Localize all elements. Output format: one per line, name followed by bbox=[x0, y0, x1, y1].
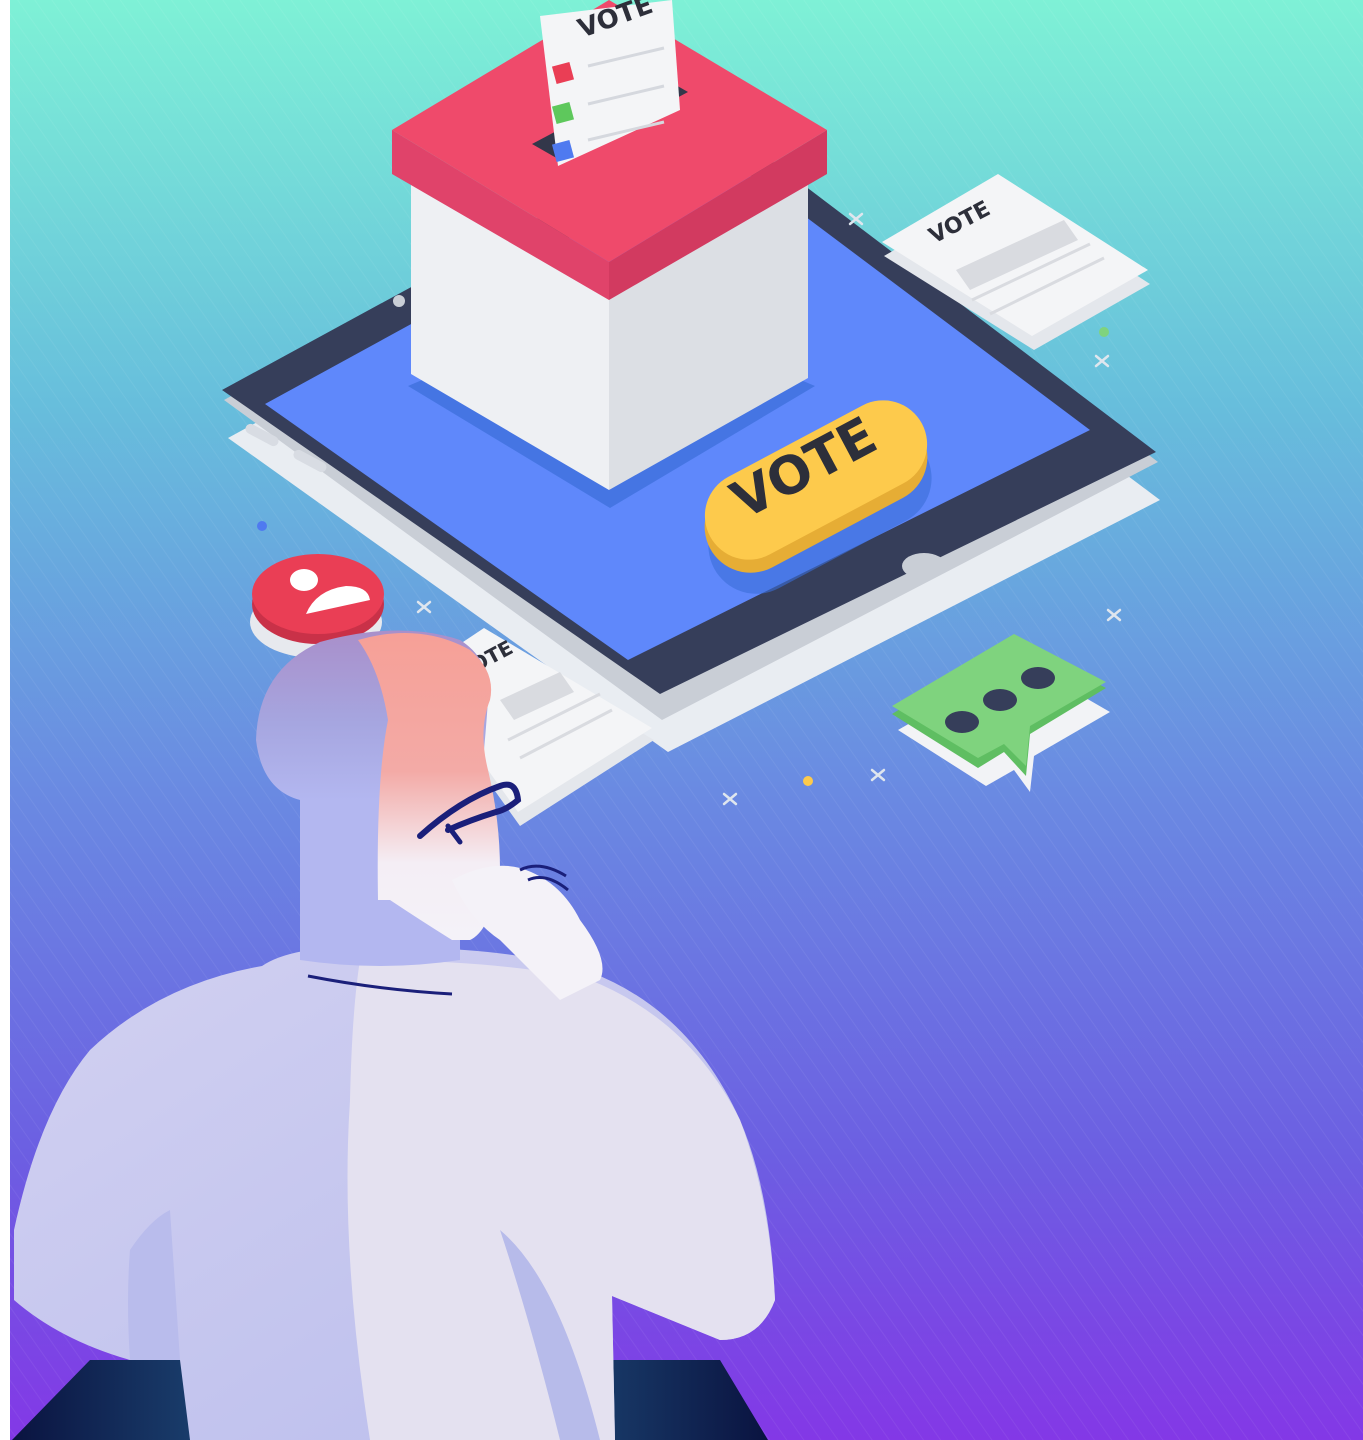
user-icon-head bbox=[290, 569, 318, 591]
sparkle-dot bbox=[803, 776, 813, 786]
sparkle-dot bbox=[257, 521, 267, 531]
sparkle-dot bbox=[1099, 327, 1109, 337]
voting-illustration: VOTE VOTE VOTE VOTE bbox=[0, 0, 1363, 1440]
tablet-camera bbox=[393, 295, 405, 307]
chat-dot-icon bbox=[945, 711, 979, 733]
illustration-canvas: VOTE VOTE VOTE VOTE bbox=[10, 0, 1363, 1440]
chat-dot-icon bbox=[1021, 667, 1055, 689]
tablet-home-button bbox=[902, 553, 946, 579]
chat-dot-icon bbox=[983, 689, 1017, 711]
